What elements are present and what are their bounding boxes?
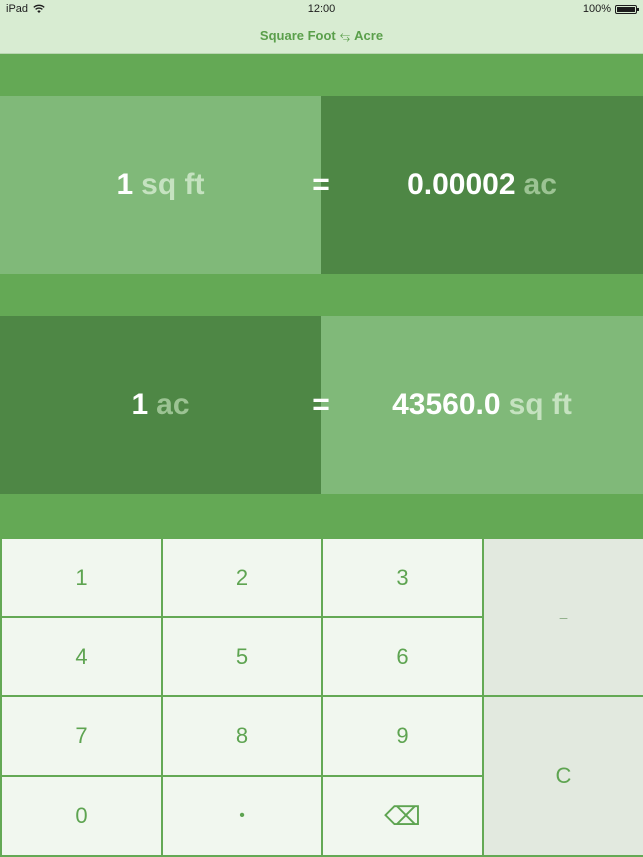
key-1[interactable]: 1 (2, 539, 161, 616)
input-field[interactable]: 1 ac (0, 316, 321, 494)
key-0[interactable]: 0 (2, 777, 161, 855)
clear-key[interactable]: C (484, 697, 643, 855)
output-value: 43560.0 (392, 388, 501, 421)
input-value: 1 (116, 168, 134, 201)
input-unit: sq ft (141, 168, 205, 201)
output-unit: sq ft (508, 388, 572, 421)
output-unit: ac (523, 168, 557, 201)
key-9[interactable]: 9 (323, 697, 482, 775)
input-value: 1 (131, 388, 149, 421)
minus-key[interactable]: – (484, 539, 643, 695)
key-7[interactable]: 7 (2, 697, 161, 775)
key-4[interactable]: 4 (2, 618, 161, 695)
decimal-key[interactable]: • (163, 777, 321, 855)
conversion-row-2: 1 ac 43560.0 sq ft = (0, 316, 643, 494)
conversion-row-1: 1 sq ft 0.00002 ac = (0, 96, 643, 274)
output-field[interactable]: 43560.0 sq ft (321, 316, 643, 494)
output-field[interactable]: 0.00002 ac (321, 96, 643, 274)
status-time: 12:00 (307, 3, 336, 15)
backspace-key[interactable]: ⌫ (323, 777, 482, 855)
key-8[interactable]: 8 (163, 697, 321, 775)
battery-icon (615, 4, 639, 14)
key-2[interactable]: 2 (163, 539, 321, 616)
battery-percent: 100% (582, 3, 611, 15)
status-right: 100% (582, 3, 639, 15)
input-field[interactable]: 1 sq ft (0, 96, 321, 274)
keypad: 1 2 3 4 5 6 7 8 9 0 • ⌫ – C (0, 537, 643, 857)
output-value: 0.00002 (407, 168, 516, 201)
equals-sign: = (312, 168, 330, 201)
equals-sign: = (312, 388, 330, 421)
key-5[interactable]: 5 (163, 618, 321, 695)
key-6[interactable]: 6 (323, 618, 482, 695)
from-unit-title: Square Foot (259, 28, 336, 43)
nav-title: Square Foot ⥃ Acre (0, 18, 643, 54)
swap-icon[interactable]: ⥃ (340, 28, 350, 44)
key-3[interactable]: 3 (323, 539, 482, 616)
to-unit-title: Acre (354, 28, 384, 43)
status-bar: iPad 12:00 100% (0, 0, 643, 18)
input-unit: ac (156, 388, 190, 421)
